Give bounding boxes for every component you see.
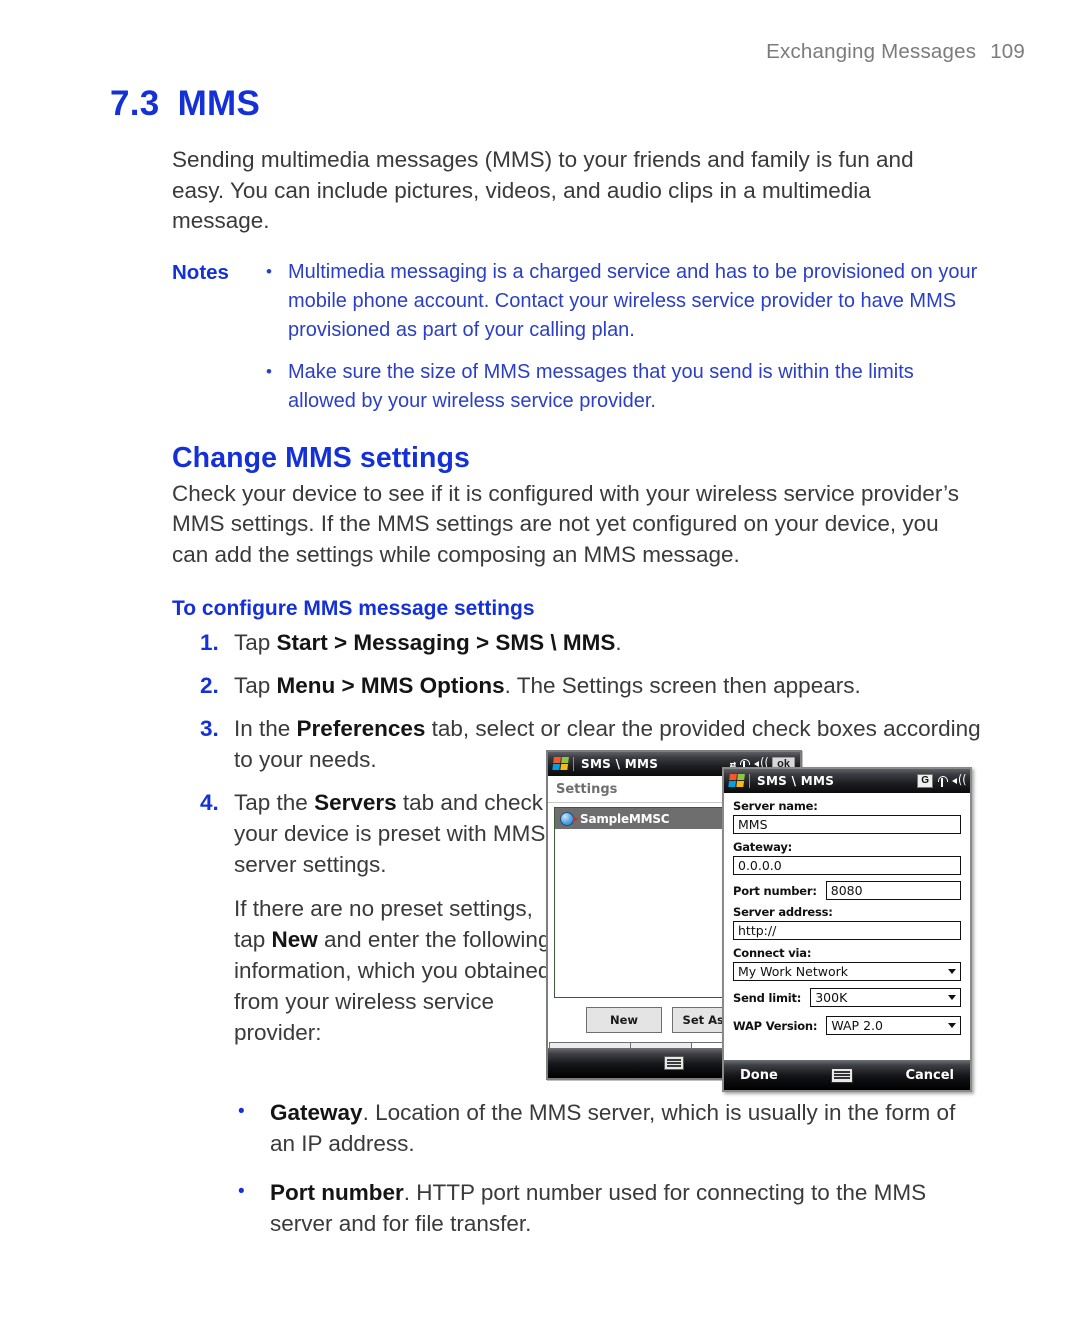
note-item-text: Make sure the size of MMS messages that … [288,360,914,412]
page-title: 7.3 MMS [110,84,260,124]
step-text-bold: Preferences [296,716,426,741]
gateway-input[interactable]: 0.0.0.0 [733,856,961,875]
server-name-label: Server name: [733,799,818,813]
titlebar-divider [749,774,750,788]
done-button[interactable]: Done [740,1068,778,1083]
step-marker: 1. [200,630,219,655]
bullet-glyph: • [266,261,272,281]
device-screenshot-figure: SMS \ MMS ⇄ ok Settings SampleMMSC New [540,742,980,1097]
step-marker: 4. [200,790,219,815]
step-text-pre: In the [234,716,297,741]
running-header-text: Exchanging Messages [766,40,977,63]
chevron-down-icon [948,995,956,1000]
titlebar-title: SMS \ MMS [757,774,835,788]
step-secondary-paragraph: If there are no preset settings, tap New… [234,893,564,1048]
port-number-label: Port number: [733,883,817,898]
chevron-down-icon [948,969,956,974]
titlebar-status-icons: G [917,774,967,788]
bullet-glyph: • [238,1181,245,1202]
soft-key-bar: Done Cancel [724,1060,970,1090]
step-text-pre: Tap [234,673,277,698]
wap-version-value: WAP 2.0 [831,1018,883,1033]
titlebar-divider [573,757,574,771]
step-item: 1. Tap Start > Messaging > SMS \ MMS. [172,627,982,658]
step-item: 4. Tap the Servers tab and check if your … [172,787,564,1048]
new-button[interactable]: New [586,1007,662,1033]
connect-via-select[interactable]: My Work Network [733,962,961,981]
step-text-bold: Menu > MMS Options [276,673,505,698]
send-limit-label: Send limit: [733,990,802,1005]
server-settings-form: Server name: MMS Gateway: 0.0.0.0 Port n… [724,793,970,1055]
port-number-row: Port number: 8080 [733,881,961,900]
notes-block: Notes • Multimedia messaging is a charge… [172,258,982,416]
note-item: • Multimedia messaging is a charged serv… [260,258,978,345]
notes-list: • Multimedia messaging is a charged serv… [260,258,982,416]
step-item: 2. Tap Menu > MMS Options. The Settings s… [172,670,982,701]
settings-header-label: Settings [556,781,618,797]
port-number-input[interactable]: 8080 [825,881,961,900]
titlebar-title: SMS \ MMS [581,757,659,771]
bullet-text: . Location of the MMS server, which is u… [270,1100,956,1156]
mms-server-globe-icon [560,811,578,826]
bullet-term: Port number [270,1180,404,1205]
windows-start-icon[interactable] [552,756,571,772]
server-address-input[interactable]: http:// [733,921,961,940]
step-text-bold: Servers [314,790,397,815]
note-item-text: Multimedia messaging is a charged servic… [288,260,978,341]
step-text-post: . [615,630,622,655]
bullet-item: • Port number. HTTP port number used for… [232,1177,982,1239]
step-text-bold: Start > Messaging > SMS \ MMS [276,630,616,655]
server-name-input[interactable]: MMS [733,815,961,834]
chevron-down-icon [948,1023,956,1028]
list-item-label: SampleMMSC [580,811,670,826]
running-header: Exchanging Messages 109 [766,40,1025,64]
bullet-item: • Gateway. Location of the MMS server, w… [232,1097,982,1159]
subsection-paragraph: Check your device to see if it is config… [172,480,959,567]
keyboard-icon[interactable] [664,1056,684,1070]
wap-version-label: WAP Version: [733,1018,818,1033]
bullet-glyph: • [238,1101,245,1122]
send-limit-value: 300K [815,990,848,1005]
section-title-text: MMS [177,84,261,123]
wap-version-select[interactable]: WAP 2.0 [826,1016,961,1035]
connect-via-label: Connect via: [733,946,812,960]
manual-page: Exchanging Messages 109 7.3 MMS Sending mu… [0,0,1080,1327]
step2-bold: New [271,927,318,952]
task-heading: To configure MMS message settings [172,597,535,620]
windows-start-icon[interactable] [728,773,747,789]
signal-icon [938,775,948,787]
bullet-term: Gateway [270,1100,363,1125]
step-text-pre: Tap [234,630,277,655]
step-marker: 2. [200,673,219,698]
subsection-heading: Change MMS settings [172,441,471,474]
device-screenshot-new-server-form: SMS \ MMS G Server name: MMS Gateway: 0.… [722,767,972,1092]
send-limit-row: Send limit: 300K [733,988,961,1007]
intro-paragraph: Sending multimedia messages (MMS) to you… [172,147,914,233]
speaker-icon [952,775,965,787]
titlebar: SMS \ MMS G [724,769,970,793]
note-item: • Make sure the size of MMS messages tha… [260,358,978,416]
step-text-pre: Tap the [234,790,315,815]
gateway-label: Gateway: [733,840,793,854]
cancel-button[interactable]: Cancel [905,1068,954,1083]
gprs-icon: G [917,774,933,788]
page-number: 109 [990,40,1025,63]
send-limit-select[interactable]: 300K [810,988,961,1007]
section-number: 7.3 [110,84,160,123]
wap-version-row: WAP Version: WAP 2.0 [733,1016,961,1035]
final-bullet-list: • Gateway. Location of the MMS server, w… [232,1097,982,1257]
bullet-glyph: • [266,361,272,381]
step-text-post: . The Settings screen then appears. [504,673,861,698]
keyboard-icon[interactable] [830,1067,853,1083]
step-marker: 3. [200,716,219,741]
server-address-label: Server address: [733,905,833,919]
connect-via-value: My Work Network [738,964,848,979]
notes-label: Notes [172,260,229,284]
